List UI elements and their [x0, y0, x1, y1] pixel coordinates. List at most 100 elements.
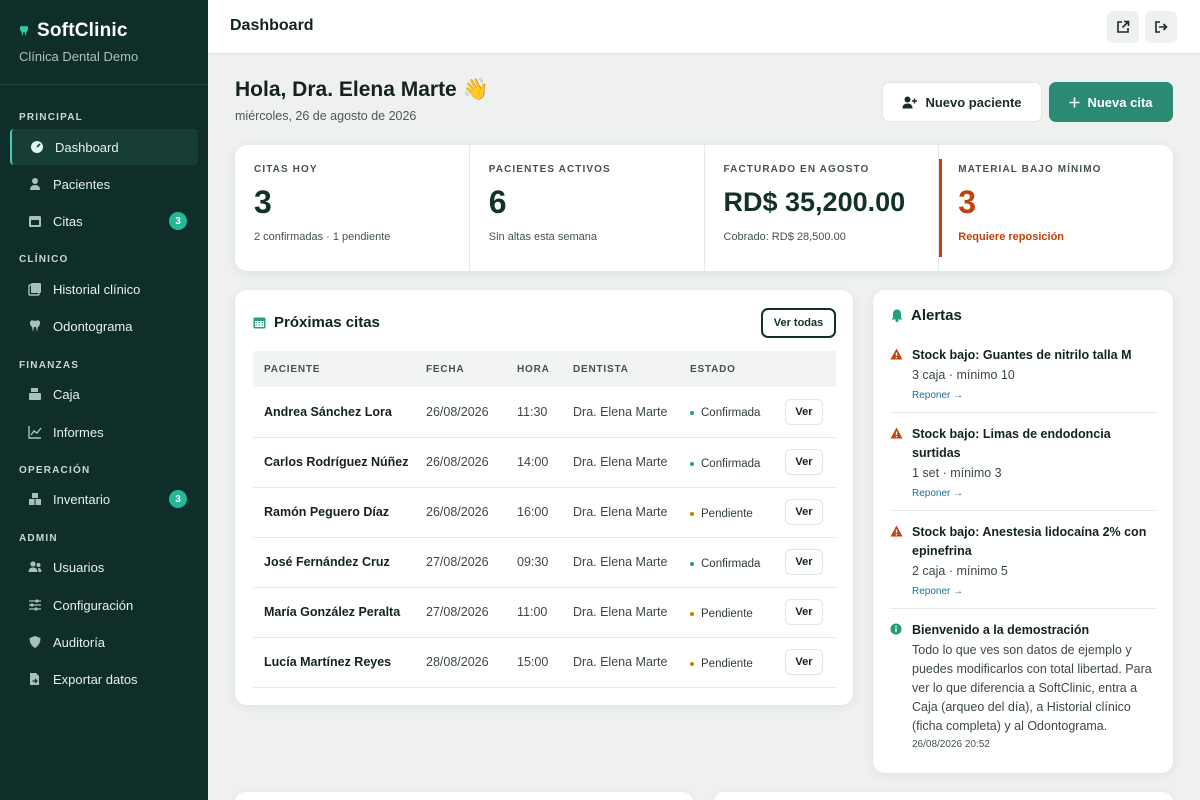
reponer-link[interactable]: Reponer → [912, 488, 1156, 499]
appointments-header: Próximas citas [253, 314, 380, 331]
table-row: Ramón Peguero Díaz 26/08/2026 16:00 Dra. El… [253, 487, 836, 538]
greeting-date: miércoles, 26 de agosto de 2026 [235, 109, 417, 123]
sidebar-item-dashboard[interactable]: Dashboard [10, 129, 198, 165]
stat-pacientes-activos: PACIENTES ACTIVOS 6 Sin altas esta seman… [470, 145, 705, 271]
alert-text: 3 caja · mínimo 10 [912, 368, 1015, 382]
sidebar-item-configuracion[interactable]: Configuración [10, 587, 198, 623]
appointments-table: PACIENTE FECHA HORA DENTISTA ESTADO Andr… [253, 351, 836, 688]
external-link-icon [1117, 20, 1130, 33]
cell-time: 11:00 [506, 587, 562, 638]
cell-dentist: Dra. Elena Marte [562, 487, 679, 538]
page-title: Dashboard [230, 17, 314, 34]
status-badge: Confirmada [690, 558, 760, 570]
brand: SoftClinic Clínica Dental Demo [0, 0, 208, 85]
stat-sub: 2 confirmadas · 1 pendiente [254, 231, 391, 243]
cell-status: Confirmada [679, 437, 775, 488]
sidebar-item-label: Caja [53, 386, 80, 402]
reponer-link[interactable]: Reponer → [912, 390, 1156, 401]
new-appointment-label: Nueva cita [1087, 94, 1153, 110]
column-header-action [775, 351, 836, 387]
alerts-card: Alertas Stock bajo: Guantes de nitrilo t… [873, 290, 1173, 773]
stat-label: PACIENTES ACTIVOS [488, 164, 611, 175]
users-icon [28, 561, 42, 572]
table-row: José Fernández Cruz 27/08/2026 09:30 Dra. E… [253, 537, 836, 588]
cell-date: 26/08/2026 [415, 487, 506, 538]
status-label: Pendiente [701, 607, 753, 620]
status-dot [690, 611, 694, 616]
cell-status: Confirmada [679, 537, 775, 588]
alerts-header: Alertas [891, 307, 962, 324]
cell-status: Pendiente [679, 487, 775, 538]
view-all-button[interactable]: Ver todas [761, 308, 836, 338]
cash-register-icon [29, 388, 41, 400]
sidebar-item-label: Pacientes [53, 176, 111, 192]
view-appointment-button[interactable]: Ver [785, 649, 823, 675]
logout-icon [1155, 21, 1168, 33]
cell-dentist: Dra. Elena Marte [562, 537, 679, 588]
boxes-icon [29, 493, 41, 505]
brand-subtitle: Clínica Dental Demo [19, 49, 139, 64]
sidebar-item-auditoria[interactable]: Auditoría [10, 624, 198, 660]
sidebar-item-citas[interactable]: Citas 3 [10, 203, 198, 239]
logout-button[interactable] [1145, 11, 1177, 43]
cell-action: Ver [775, 437, 836, 488]
reponer-link[interactable]: Reponer → [912, 586, 1156, 597]
sidebar-item-caja[interactable]: Caja [10, 376, 198, 412]
sliders-icon [29, 599, 41, 611]
sidebar-item-usuarios[interactable]: Usuarios [10, 549, 198, 585]
alert-item: Stock bajo: Limas de endodoncia surtidas… [890, 425, 1156, 511]
sidebar: SoftClinic Clínica Dental Demo PRINCIPAL… [0, 0, 208, 800]
info-icon [890, 623, 902, 635]
view-appointment-button[interactable]: Ver [785, 549, 823, 575]
warning-icon [890, 348, 903, 360]
cell-patient: Lucía Martínez Reyes [253, 637, 415, 688]
open-external-button[interactable] [1107, 11, 1139, 43]
alert-list: Stock bajo: Guantes de nitrilo talla M 3… [890, 346, 1156, 750]
sidebar-item-inventario[interactable]: Inventario 3 [10, 481, 198, 517]
cell-status: Pendiente [679, 587, 775, 638]
cell-patient: Carlos Rodríguez Núñez [253, 437, 415, 488]
view-appointment-button[interactable]: Ver [785, 599, 823, 625]
table-row: Lucía Martínez Reyes 28/08/2026 15:00 Dra. … [253, 637, 836, 688]
chart-line-icon [28, 426, 42, 439]
view-appointment-button[interactable]: Ver [785, 398, 823, 425]
stat-value: 6 [488, 184, 507, 220]
shield-icon [29, 636, 41, 648]
alert-item: Stock bajo: Guantes de nitrilo talla M 3… [890, 346, 1156, 413]
bottom-card-right [714, 792, 1173, 800]
alert-item: Bienvenido a la demostración Todo lo que… [890, 621, 1156, 750]
status-label: Pendiente [701, 507, 753, 520]
cell-action: Ver [775, 487, 836, 538]
cell-action: Ver [775, 537, 836, 588]
tooth-icon [19, 25, 29, 37]
view-appointment-button[interactable]: Ver [785, 449, 823, 475]
status-badge: Pendiente [690, 608, 753, 620]
sidebar-item-exportar[interactable]: Exportar datos [10, 661, 198, 697]
sidebar-item-informes[interactable]: Informes [10, 414, 198, 450]
history-icon [28, 283, 41, 296]
cell-action: Ver [775, 637, 836, 688]
patient-icon [30, 178, 40, 190]
upcoming-appointments-card: Próximas citas Ver todas PACIENTE FECHA … [235, 290, 853, 705]
new-patient-button[interactable]: Nuevo paciente [882, 82, 1042, 122]
new-appointment-button[interactable]: Nueva cita [1049, 82, 1173, 122]
plus-icon [1069, 97, 1080, 107]
cell-time: 15:00 [506, 637, 562, 688]
stat-label: CITAS HOY [254, 164, 318, 175]
stat-facturado: FACTURADO EN AGOSTO RD$ 35,200.00 Cobrad… [705, 145, 940, 271]
alert-timestamp: 26/08/2026 20:52 [912, 739, 990, 750]
status-dot [690, 511, 694, 516]
column-header: PACIENTE [253, 351, 415, 387]
stat-citas-hoy: CITAS HOY 3 2 confirmadas · 1 pendiente [235, 145, 470, 271]
sidebar-item-odontograma[interactable]: Odontograma [10, 308, 198, 344]
alert-item: Stock bajo: Anestesia lidocaína 2% con e… [890, 523, 1156, 609]
sidebar-item-pacientes[interactable]: Pacientes [10, 166, 198, 202]
sidebar-item-historial[interactable]: Historial clínico [10, 271, 198, 307]
calendar-icon [29, 216, 41, 227]
column-header: HORA [506, 351, 562, 387]
column-header: DENTISTA [562, 351, 679, 387]
status-label: Confirmada [701, 557, 761, 570]
status-dot [690, 461, 694, 466]
view-appointment-button[interactable]: Ver [785, 499, 823, 525]
stat-value: 3 [254, 184, 272, 220]
